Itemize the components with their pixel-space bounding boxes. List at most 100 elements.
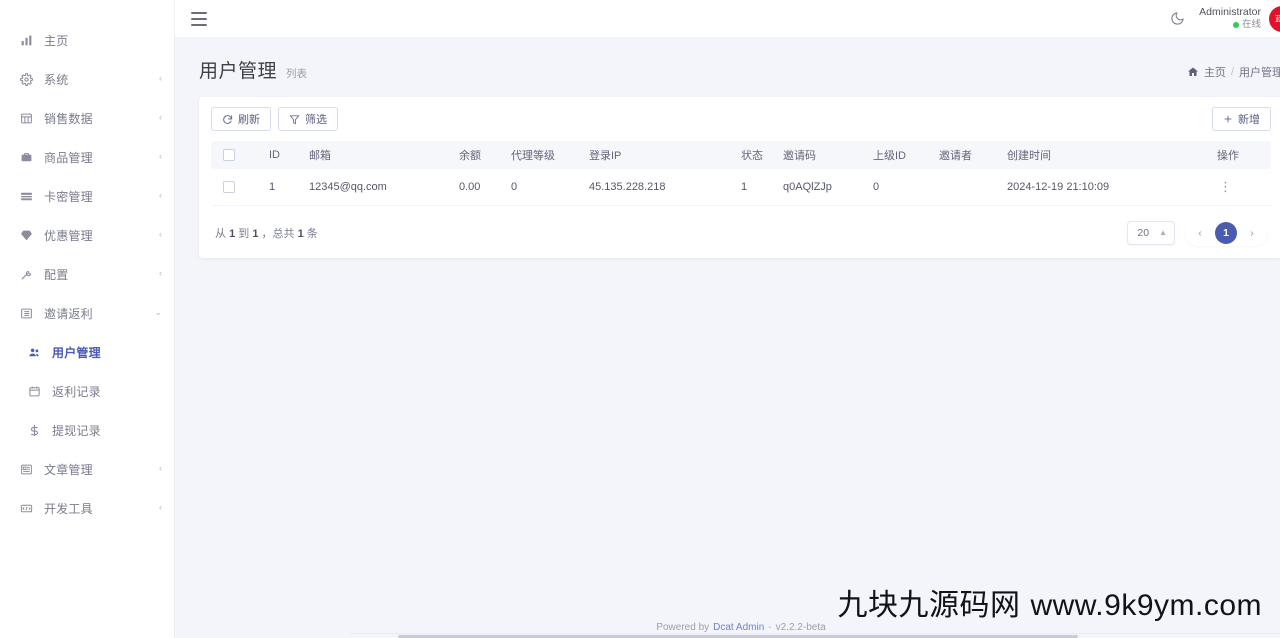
per-page-select[interactable]: 20 ▲: [1127, 221, 1175, 245]
sidebar-item-5[interactable]: 优惠管理 ‹: [0, 221, 174, 250]
cell-lvl: 0: [505, 169, 583, 205]
column-header-act: 操作: [1211, 141, 1271, 169]
users-icon: [26, 346, 43, 360]
page-title: 用户管理: [199, 56, 277, 83]
breadcrumb-current: 用户管理: [1239, 64, 1280, 80]
table-row[interactable]: 112345@qq.com0.00045.135.228.2181q0AQlZJ…: [211, 169, 1271, 205]
column-header-st: 状态: [735, 141, 777, 169]
hamburger-icon[interactable]: [191, 12, 207, 26]
user-status: 在线: [1199, 19, 1261, 31]
sidebar-item-4[interactable]: 卡密管理 ‹: [0, 182, 174, 211]
sidebar-item-9[interactable]: 返利记录: [0, 377, 174, 406]
sidebar-item-1[interactable]: 系统 ‹: [0, 65, 174, 94]
add-new-button[interactable]: 新增: [1212, 107, 1271, 131]
pager: ‹ 1 ›: [1185, 220, 1267, 246]
column-header-inv: 邀请者: [933, 141, 1001, 169]
top-bar: Administrator 在线 蓝U: [175, 0, 1280, 38]
cell-id: 1: [263, 169, 303, 205]
user-menu[interactable]: Administrator 在线 蓝U: [1199, 6, 1280, 32]
sidebar-item-label: 提现记录: [52, 422, 101, 439]
chevron-left-icon: ‹: [159, 191, 162, 200]
pg-suffix: 条: [307, 228, 318, 240]
pg-from: 1: [229, 228, 235, 240]
column-header-chk: [211, 141, 263, 169]
footer-brand-link[interactable]: Dcat Admin: [713, 622, 764, 633]
chart-bar-icon: [18, 34, 35, 48]
horizontal-scrollbar[interactable]: [350, 633, 1280, 638]
moon-icon[interactable]: [1170, 11, 1185, 26]
diamond-icon: [18, 229, 35, 243]
article-icon: [18, 463, 35, 477]
footer-separator: -: [768, 622, 771, 633]
avatar[interactable]: 蓝U: [1269, 6, 1280, 32]
sidebar-item-label: 系统: [44, 71, 68, 88]
topbar-right: Administrator 在线 蓝U: [1170, 6, 1280, 32]
sidebar-item-10[interactable]: 提现记录: [0, 416, 174, 445]
sidebar-item-12[interactable]: 开发工具 ‹: [0, 494, 174, 523]
online-dot-icon: [1233, 22, 1239, 28]
chevron-left-icon: ‹: [159, 113, 162, 122]
avatar-cn-text: 蓝: [1275, 14, 1280, 24]
sidebar-item-7[interactable]: 邀请返利⌄: [0, 299, 174, 328]
table-header-row: ID邮箱余额代理等级登录IP状态邀请码上级ID邀请者创建时间操作: [211, 141, 1271, 169]
filter-button[interactable]: 筛选: [278, 107, 338, 131]
chevron-left-icon: ‹: [159, 464, 162, 473]
chevron-down-icon: ⌄: [154, 308, 162, 317]
sidebar-item-label: 开发工具: [44, 500, 93, 517]
next-page-button[interactable]: ›: [1241, 222, 1263, 244]
chevron-up-icon: ▲: [1159, 228, 1167, 237]
sidebar-item-label: 主页: [44, 32, 68, 49]
briefcase-icon: [18, 151, 35, 165]
pagination-controls: 20 ▲ ‹ 1 ›: [1127, 220, 1267, 246]
sidebar-item-11[interactable]: 文章管理 ‹: [0, 455, 174, 484]
user-name: Administrator: [1199, 6, 1261, 19]
page-subtitle: 列表: [286, 66, 307, 81]
row-actions-menu-icon[interactable]: ⋮: [1219, 180, 1232, 193]
sidebar-item-label: 配置: [44, 266, 68, 283]
prev-page-button[interactable]: ‹: [1189, 222, 1211, 244]
sidebar-item-0[interactable]: 主页: [0, 26, 174, 55]
sidebar-item-label: 商品管理: [44, 149, 93, 166]
sidebar-item-label: 文章管理: [44, 461, 93, 478]
sidebar-item-3[interactable]: 商品管理‹: [0, 143, 174, 172]
footer-version: v2.2.2-beta: [776, 622, 826, 633]
cell-pid: 0: [867, 169, 933, 205]
row-checkbox[interactable]: [223, 181, 235, 193]
funnel-icon: [289, 114, 300, 125]
column-header-code: 邀请码: [777, 141, 867, 169]
devtool-icon: [18, 502, 35, 516]
pagination-bar: 从 1 到 1 ，总共 1 条 20 ▲ ‹ 1 ›: [211, 220, 1271, 246]
sidebar-item-6[interactable]: 配置 ‹: [0, 260, 174, 289]
wrench-icon: [18, 268, 35, 282]
table-icon: [18, 112, 35, 126]
page-button-1[interactable]: 1: [1215, 222, 1237, 244]
refresh-button[interactable]: 刷新: [211, 107, 271, 131]
gear-icon: [18, 73, 35, 87]
row-actions-cell: ⋮: [1211, 169, 1271, 205]
cell-mail: 12345@qq.com: [303, 169, 453, 205]
sidebar-item-label: 优惠管理: [44, 227, 93, 244]
row-checkbox-cell: [211, 169, 263, 205]
sidebar-nav: 主页系统‹销售数据‹商品管理‹卡密管理‹优惠管理‹配置‹邀请返利⌄用户管理返利记…: [0, 26, 174, 523]
pg-mid: 到: [238, 228, 249, 240]
users-table: ID邮箱余额代理等级登录IP状态邀请码上级ID邀请者创建时间操作 112345@…: [211, 141, 1271, 206]
breadcrumb-home[interactable]: 主页: [1204, 64, 1226, 80]
chevron-left-icon: ‹: [159, 269, 162, 278]
sidebar-item-2[interactable]: 销售数据 ‹: [0, 104, 174, 133]
content-area: 用户管理 列表 主页 / 用户管理 刷新: [175, 38, 1280, 616]
sidebar-item-label: 卡密管理: [44, 188, 93, 205]
sidebar-item-label: 销售数据: [44, 110, 93, 127]
chevron-left-icon: ‹: [159, 230, 162, 239]
select-all-checkbox[interactable]: [223, 149, 235, 161]
data-card: 刷新 筛选 新增 ID邮箱余额代理等级登录IP状态邀请码上级I: [199, 97, 1280, 258]
chevron-left-icon: ‹: [159, 503, 162, 512]
sidebar-item-8[interactable]: 用户管理: [0, 338, 174, 367]
cell-time: 2024-12-19 21:10:09: [1001, 169, 1211, 205]
cell-code: q0AQlZJp: [777, 169, 867, 205]
breadcrumb-separator: /: [1231, 66, 1234, 78]
chevron-left-icon: ‹: [159, 74, 162, 83]
per-page-value: 20: [1137, 227, 1149, 239]
dollar-icon: [26, 424, 43, 438]
column-header-mail: 邮箱: [303, 141, 453, 169]
cell-inv: [933, 169, 1001, 205]
